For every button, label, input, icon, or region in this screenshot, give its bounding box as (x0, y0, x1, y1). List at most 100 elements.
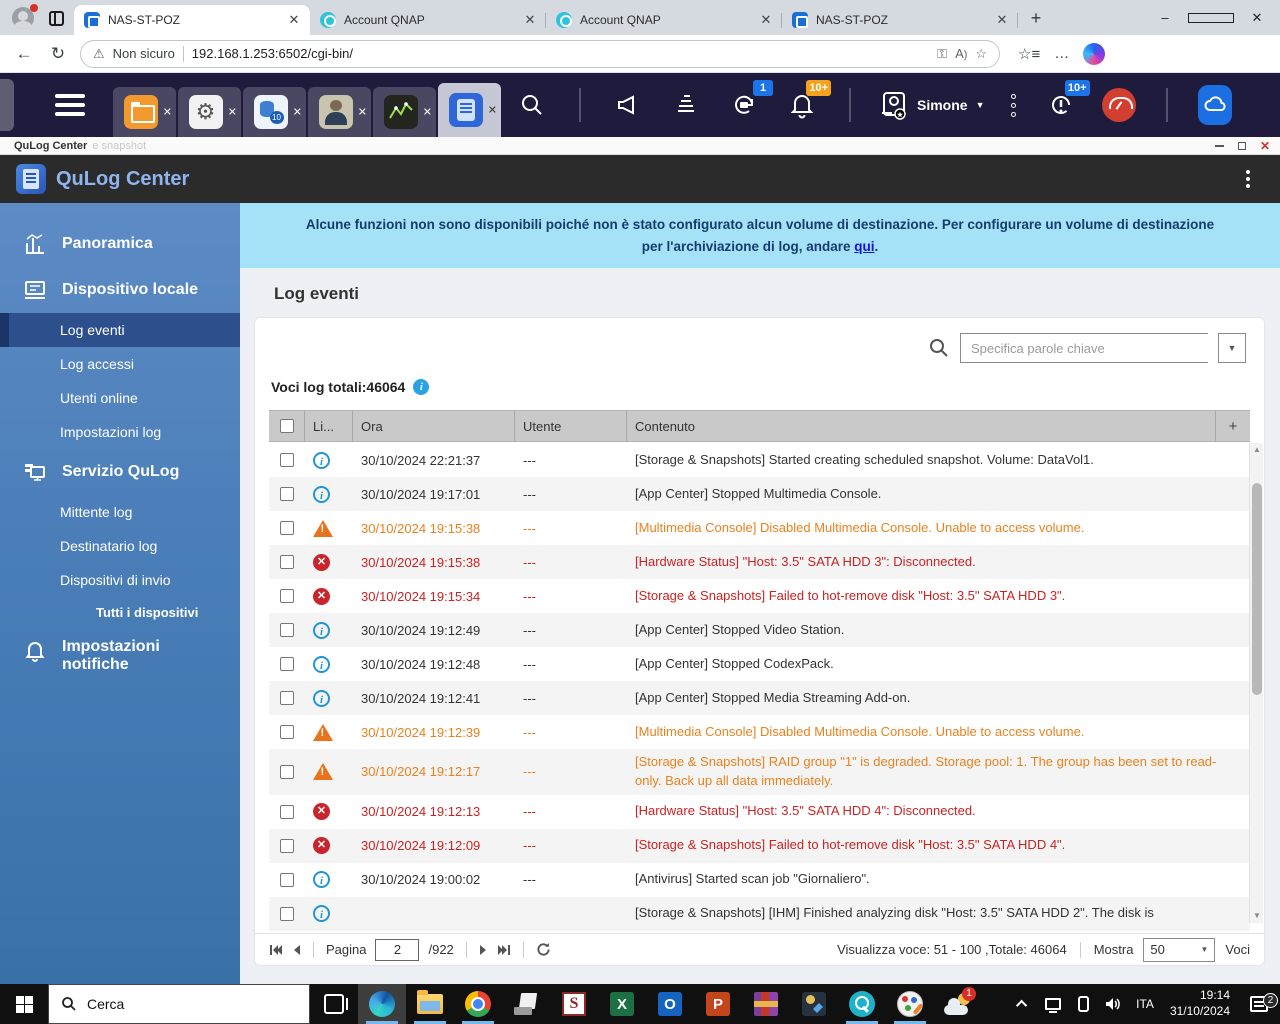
row-checkbox[interactable] (280, 725, 294, 739)
sidebar-item-destinatario-log[interactable]: Destinatario log (0, 529, 240, 563)
refresh-table-icon[interactable] (536, 942, 551, 957)
sidebar-item-log-eventi[interactable]: Log eventi (0, 313, 240, 347)
app-menu-icon[interactable] (1246, 170, 1250, 188)
tab-close-icon[interactable]: ✕ (522, 12, 538, 28)
tab-close-icon[interactable]: ✕ (758, 12, 774, 28)
log-row[interactable]: i[Storage & Snapshots] [IHM] Finished an… (269, 897, 1250, 931)
system-status-icon[interactable]: 10+ (1044, 88, 1078, 122)
log-row[interactable]: ✕30/10/2024 19:15:38---[Hardware Status]… (269, 545, 1250, 579)
dock-tab-resource-monitor[interactable]: ✕ (373, 87, 436, 137)
log-row[interactable]: i30/10/2024 19:00:02---[Antivirus] Start… (269, 863, 1250, 897)
page-size-select[interactable]: 50 ▼ (1143, 938, 1215, 962)
close-app-icon[interactable]: ✕ (293, 106, 302, 119)
back-icon[interactable]: ← (12, 44, 36, 64)
dock-tab-file-station[interactable]: ✕ (113, 87, 176, 137)
sidebar-item-log-accessi[interactable]: Log accessi (0, 347, 240, 381)
external-device-icon[interactable]: 1 (727, 88, 761, 122)
column-header-level[interactable]: Li... (305, 411, 353, 441)
row-checkbox[interactable] (280, 521, 294, 535)
log-row[interactable]: i30/10/2024 19:17:01---[App Center] Stop… (269, 477, 1250, 511)
row-checkbox[interactable] (280, 555, 294, 569)
taskbar-powerpoint-icon[interactable]: P (694, 984, 742, 1024)
more-menu-icon[interactable]: … (1054, 45, 1069, 62)
sidebar-item-impostazioni-notifiche[interactable]: Impostazioni notifiche (0, 628, 240, 685)
language-indicator[interactable]: ITA (1128, 997, 1162, 1011)
taskbar-excel-icon[interactable]: X (598, 984, 646, 1024)
row-checkbox[interactable] (280, 765, 294, 779)
announcement-icon[interactable] (611, 88, 645, 122)
copilot-icon[interactable] (1083, 43, 1105, 65)
network-tray-icon[interactable] (1038, 998, 1068, 1010)
new-tab-button[interactable]: + (1022, 4, 1050, 32)
log-row[interactable]: 30/10/2024 19:15:38---[Multimedia Consol… (269, 511, 1250, 545)
browser-profile-button[interactable] (6, 3, 40, 33)
taskbar-weather-icon[interactable]: 1 (934, 984, 982, 1024)
phone-link-tray-icon[interactable] (1068, 996, 1098, 1012)
column-header-ora[interactable]: Ora (353, 411, 515, 441)
url-bar[interactable]: ⚠ Non sicuro 192.168.1.253:6502/cgi-bin/… (80, 40, 1000, 68)
browser-tab-1[interactable]: NAS-ST-POZ ✕ (74, 5, 310, 35)
last-page-button[interactable] (497, 944, 511, 956)
sidebar-item-dispositivi-di-invio[interactable]: Dispositivi di invio (0, 563, 240, 597)
select-all-checkbox[interactable] (280, 419, 294, 433)
sidebar-item-panoramica[interactable]: Panoramica (0, 221, 240, 267)
workspaces-icon[interactable] (44, 6, 68, 30)
hidden-icons-chevron[interactable] (1008, 1000, 1038, 1008)
log-row[interactable]: ✕30/10/2024 19:12:09---[Storage & Snapsh… (269, 829, 1250, 863)
taskbar-clock[interactable]: 19:14 31/10/2024 (1162, 988, 1238, 1019)
close-app-icon[interactable]: ✕ (488, 104, 497, 117)
favorites-bar-icon[interactable]: ☆≡ (1018, 45, 1040, 63)
more-options-icon[interactable] (1011, 94, 1016, 117)
search-icon[interactable] (515, 88, 549, 122)
start-button[interactable] (0, 984, 48, 1024)
read-aloud-icon[interactable]: A) (955, 46, 967, 61)
add-column-button[interactable]: + (1216, 411, 1250, 441)
log-row[interactable]: 30/10/2024 19:12:17---[Storage & Snapsho… (269, 749, 1250, 795)
close-app-icon[interactable]: ✕ (163, 106, 172, 119)
dock-tab-storage-snapshots[interactable]: ✕ (243, 87, 306, 137)
taskbar-winrar-icon[interactable] (742, 984, 790, 1024)
column-header-contenuto[interactable]: Contenuto (627, 411, 1216, 441)
sidebar-item-impostazioni-log[interactable]: Impostazioni log (0, 415, 240, 449)
log-row[interactable]: ✕30/10/2024 19:15:34---[Storage & Snapsh… (269, 579, 1250, 613)
browser-tab-4[interactable]: NAS-ST-POZ ✕ (782, 5, 1018, 35)
taskbar-qfinder-icon[interactable] (838, 984, 886, 1024)
window-minimize-icon[interactable] (1215, 145, 1224, 147)
tab-close-icon[interactable]: ✕ (994, 12, 1010, 28)
row-checkbox[interactable] (280, 839, 294, 853)
user-menu[interactable]: ★ Simone ▼ (879, 90, 985, 120)
row-checkbox[interactable] (280, 691, 294, 705)
background-tasks-icon[interactable] (669, 88, 703, 122)
sidebar-item-dispositivo-locale[interactable]: Dispositivo locale (0, 267, 240, 313)
taskbar-edge-icon[interactable] (358, 984, 406, 1024)
next-page-button[interactable] (479, 944, 488, 956)
main-menu-icon[interactable] (55, 94, 85, 116)
taskbar-paint-icon[interactable] (886, 984, 934, 1024)
taskbar-search[interactable]: Cerca (48, 984, 310, 1024)
browser-maximize-button[interactable] (1188, 0, 1234, 35)
row-checkbox[interactable] (280, 657, 294, 671)
row-checkbox[interactable] (280, 907, 294, 921)
banner-link[interactable]: qui (854, 239, 874, 254)
taskbar-file-explorer-icon[interactable] (406, 984, 454, 1024)
sidebar-item-utenti-online[interactable]: Utenti online (0, 381, 240, 415)
close-app-icon[interactable]: ✕ (228, 106, 237, 119)
column-header-utente[interactable]: Utente (515, 411, 627, 441)
task-view-button[interactable] (310, 984, 358, 1024)
sidebar-item-tutti-i-dispositivi[interactable]: Tutti i dispositivi (0, 597, 240, 628)
table-scrollbar[interactable]: ▲ ▼ (1249, 443, 1263, 923)
row-checkbox[interactable] (280, 873, 294, 887)
close-app-icon[interactable]: ✕ (358, 106, 367, 119)
taskbar-outlook-icon[interactable]: O (646, 984, 694, 1024)
info-icon[interactable]: i (413, 379, 429, 395)
favorite-star-icon[interactable]: ☆ (975, 46, 987, 62)
dock-tab-support-agent[interactable]: ✕ (308, 87, 371, 137)
scroll-up-icon[interactable]: ▲ (1250, 443, 1264, 457)
search-filter-dropdown[interactable]: ▼ (1218, 333, 1246, 363)
row-checkbox[interactable] (280, 589, 294, 603)
sidebar-item-servizio-qulog[interactable]: Servizio QuLog (0, 449, 240, 495)
qulog-window-titlebar[interactable]: QuLog Center e snapshot ✕ (0, 137, 1280, 155)
row-checkbox[interactable] (280, 623, 294, 637)
browser-tab-3[interactable]: Account QNAP ✕ (546, 5, 782, 35)
log-row[interactable]: i30/10/2024 19:12:41---[App Center] Stop… (269, 681, 1250, 715)
